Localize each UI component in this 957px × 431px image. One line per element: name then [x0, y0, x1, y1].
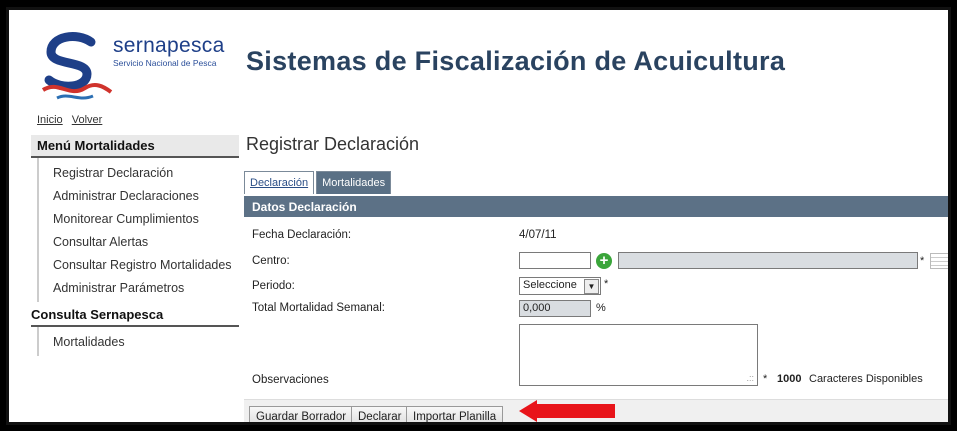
centro-required-mark: * — [920, 255, 925, 267]
inicio-link[interactable]: Inicio — [37, 114, 63, 126]
panel-title: Datos Declaración — [244, 196, 948, 217]
total-mortalidad-field: 0,000 — [519, 300, 591, 317]
app-window: sernapesca Servicio Nacional de Pesca Si… — [6, 7, 951, 425]
percent-unit: % — [596, 302, 606, 314]
datos-declaracion-panel: Datos Declaración Fecha Declaración: 4/0… — [244, 196, 948, 422]
fecha-value: 4/07/11 — [519, 229, 557, 241]
sidebar-item-consultar-alertas[interactable]: Consultar Alertas — [53, 231, 239, 254]
volver-link[interactable]: Volver — [72, 114, 103, 126]
sidebar-item-mortalidades[interactable]: Mortalidades — [53, 331, 239, 354]
sernapesca-logo: sernapesca Servicio Nacional de Pesca — [39, 28, 229, 106]
page-title: Registrar Declaración — [246, 134, 420, 154]
total-mortalidad-label: Total Mortalidad Semanal: — [252, 302, 385, 314]
tab-bar: Declaración Mortalidades — [244, 171, 392, 194]
fecha-label: Fecha Declaración: — [252, 229, 352, 241]
centro-list-icon[interactable] — [930, 253, 948, 269]
consulta-sernapesca-heading: Consulta Sernapesca — [31, 304, 239, 327]
periodo-select[interactable]: Seleccione ▼ — [519, 277, 601, 295]
sidebar: Menú Mortalidades Registrar Declaración … — [31, 135, 239, 356]
app-title: Sistemas de Fiscalización de Acuicultura — [246, 46, 786, 76]
periodo-label: Periodo: — [252, 280, 295, 292]
observaciones-required-mark: * — [763, 373, 768, 385]
brand-subtitle: Servicio Nacional de Pesca — [113, 58, 217, 68]
menu-mortalidades-heading: Menú Mortalidades — [31, 135, 239, 158]
add-centro-icon[interactable]: + — [596, 253, 612, 269]
tab-declaracion[interactable]: Declaración — [244, 171, 315, 194]
sidebar-item-consultar-registro-mortalidades[interactable]: Consultar Registro Mortalidades — [53, 254, 239, 277]
guardar-borrador-button[interactable]: Guardar Borrador — [249, 406, 354, 422]
sidebar-item-monitorear-cumplimientos[interactable]: Monitorear Cumplimientos — [53, 208, 239, 231]
centro-label: Centro: — [252, 255, 290, 267]
red-arrow-annotation — [519, 400, 615, 422]
centro-input[interactable] — [519, 252, 591, 269]
brand-name: sernapesca — [113, 34, 225, 57]
tab-mortalidades[interactable]: Mortalidades — [316, 171, 392, 194]
periodo-required-mark: * — [604, 278, 609, 290]
importar-planilla-button[interactable]: Importar Planilla — [406, 406, 504, 422]
periodo-selected-value: Seleccione — [523, 279, 577, 291]
menu-mortalidades-list: Registrar Declaración Administrar Declar… — [37, 158, 239, 302]
consulta-sernapesca-list: Mortalidades — [37, 327, 239, 356]
sidebar-item-administrar-declaraciones[interactable]: Administrar Declaraciones — [53, 185, 239, 208]
observaciones-label: Observaciones — [252, 374, 329, 386]
top-links: Inicio Volver — [37, 114, 108, 126]
chars-available-count: 1000 — [777, 373, 802, 385]
chevron-down-icon[interactable]: ▼ — [584, 279, 599, 294]
logo-s-icon — [41, 32, 113, 100]
chars-available-text: Caracteres Disponibles — [809, 373, 923, 385]
sidebar-item-registrar-declaracion[interactable]: Registrar Declaración — [53, 162, 239, 185]
centro-name-field — [618, 252, 918, 269]
declarar-button[interactable]: Declarar — [351, 406, 409, 422]
resize-grip-icon[interactable]: .:: — [746, 373, 754, 383]
observaciones-textarea[interactable]: .:: — [519, 324, 758, 386]
sidebar-item-administrar-parametros[interactable]: Administrar Parámetros — [53, 277, 239, 300]
